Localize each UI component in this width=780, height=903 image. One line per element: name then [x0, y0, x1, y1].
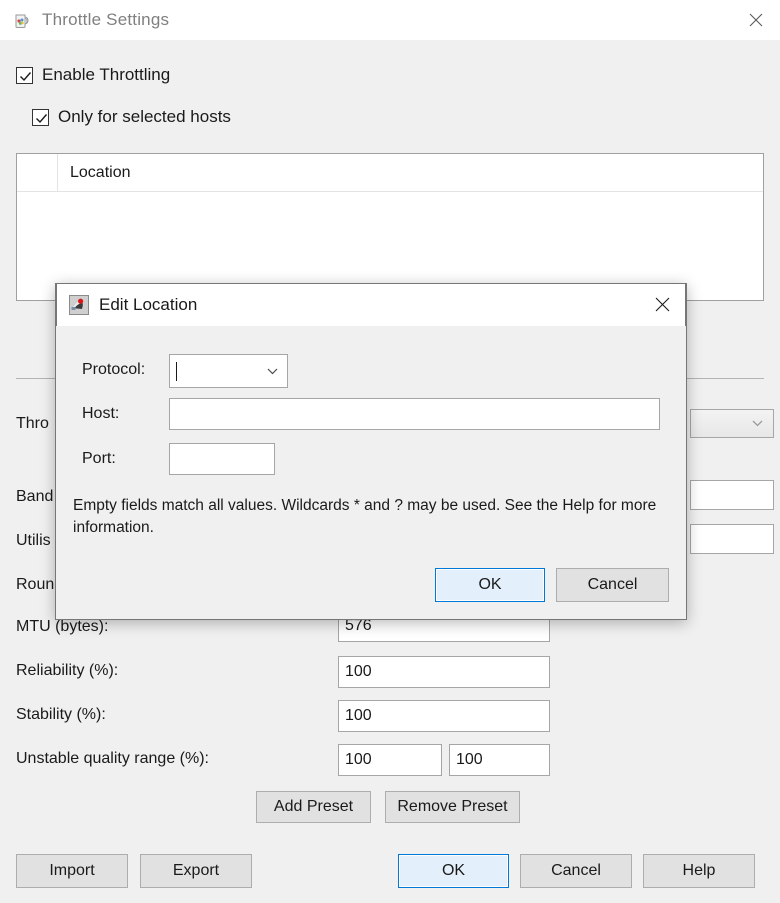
label-bandwidth: Band	[16, 488, 54, 505]
label-round-trip: Roun	[16, 576, 55, 593]
dialog-cancel-button[interactable]: Cancel	[556, 568, 669, 602]
edit-location-dialog: Edit Location Protocol: Host: Port: Empt…	[55, 283, 687, 620]
label-host: Host:	[82, 405, 120, 422]
protocol-combo[interactable]	[169, 354, 288, 388]
label-port: Port:	[82, 450, 116, 467]
label-unstable-quality-range: Unstable quality range (%):	[16, 750, 209, 767]
rocket-icon	[69, 295, 89, 315]
listview-column-check[interactable]	[17, 154, 58, 191]
utilisation-input[interactable]	[690, 524, 774, 554]
dialog-close-icon[interactable]	[639, 284, 685, 325]
listview-column-location[interactable]: Location	[58, 154, 763, 191]
export-button[interactable]: Export	[140, 854, 252, 888]
pitcher-icon	[12, 10, 32, 30]
host-input[interactable]	[169, 398, 660, 430]
close-icon[interactable]	[732, 0, 780, 40]
dialog-title: Edit Location	[99, 295, 198, 314]
window-titlebar: Throttle Settings	[0, 0, 780, 40]
dialog-ok-button[interactable]: OK	[435, 568, 545, 602]
label-mtu: MTU (bytes):	[16, 618, 109, 635]
label-utilisation: Utilis	[16, 532, 51, 549]
help-button[interactable]: Help	[643, 854, 755, 888]
checkbox-label-only-selected-hosts: Only for selected hosts	[58, 107, 231, 126]
checkbox-box[interactable]	[32, 108, 49, 126]
checkbox-only-selected-hosts[interactable]: Only for selected hosts	[32, 107, 231, 127]
remove-preset-button[interactable]: Remove Preset	[385, 791, 520, 823]
label-reliability: Reliability (%):	[16, 662, 119, 679]
ok-button[interactable]: OK	[398, 854, 509, 888]
location-listview[interactable]: Location	[16, 153, 764, 301]
window-title: Throttle Settings	[42, 10, 170, 29]
bandwidth-input[interactable]	[690, 480, 774, 510]
checkbox-label-enable-throttling: Enable Throttling	[42, 65, 171, 84]
reliability-input[interactable]: 100	[338, 656, 550, 688]
throttle-preset-combo[interactable]	[690, 409, 774, 438]
port-input[interactable]	[169, 443, 275, 475]
chevron-down-icon	[752, 420, 763, 427]
checkbox-enable-throttling[interactable]: Enable Throttling	[16, 65, 170, 85]
cancel-button[interactable]: Cancel	[520, 854, 632, 888]
unstable-quality-min-input[interactable]: 100	[338, 744, 442, 776]
checkbox-box[interactable]	[16, 66, 33, 84]
dialog-help-text: Empty fields match all values. Wildcards…	[73, 497, 657, 536]
import-button[interactable]: Import	[16, 854, 128, 888]
chevron-down-icon	[267, 362, 278, 380]
stability-input[interactable]: 100	[338, 700, 550, 732]
listview-header: Location	[17, 154, 763, 192]
add-preset-button[interactable]: Add Preset	[256, 791, 371, 823]
text-caret	[176, 361, 177, 381]
label-stability: Stability (%):	[16, 706, 106, 723]
label-throttle-preset: Thro	[16, 415, 49, 432]
throttle-settings-window: Throttle Settings Enable Throttling Only…	[0, 0, 780, 903]
unstable-quality-max-input[interactable]: 100	[449, 744, 550, 776]
label-protocol: Protocol:	[82, 361, 146, 378]
dialog-titlebar: Edit Location	[56, 283, 686, 326]
